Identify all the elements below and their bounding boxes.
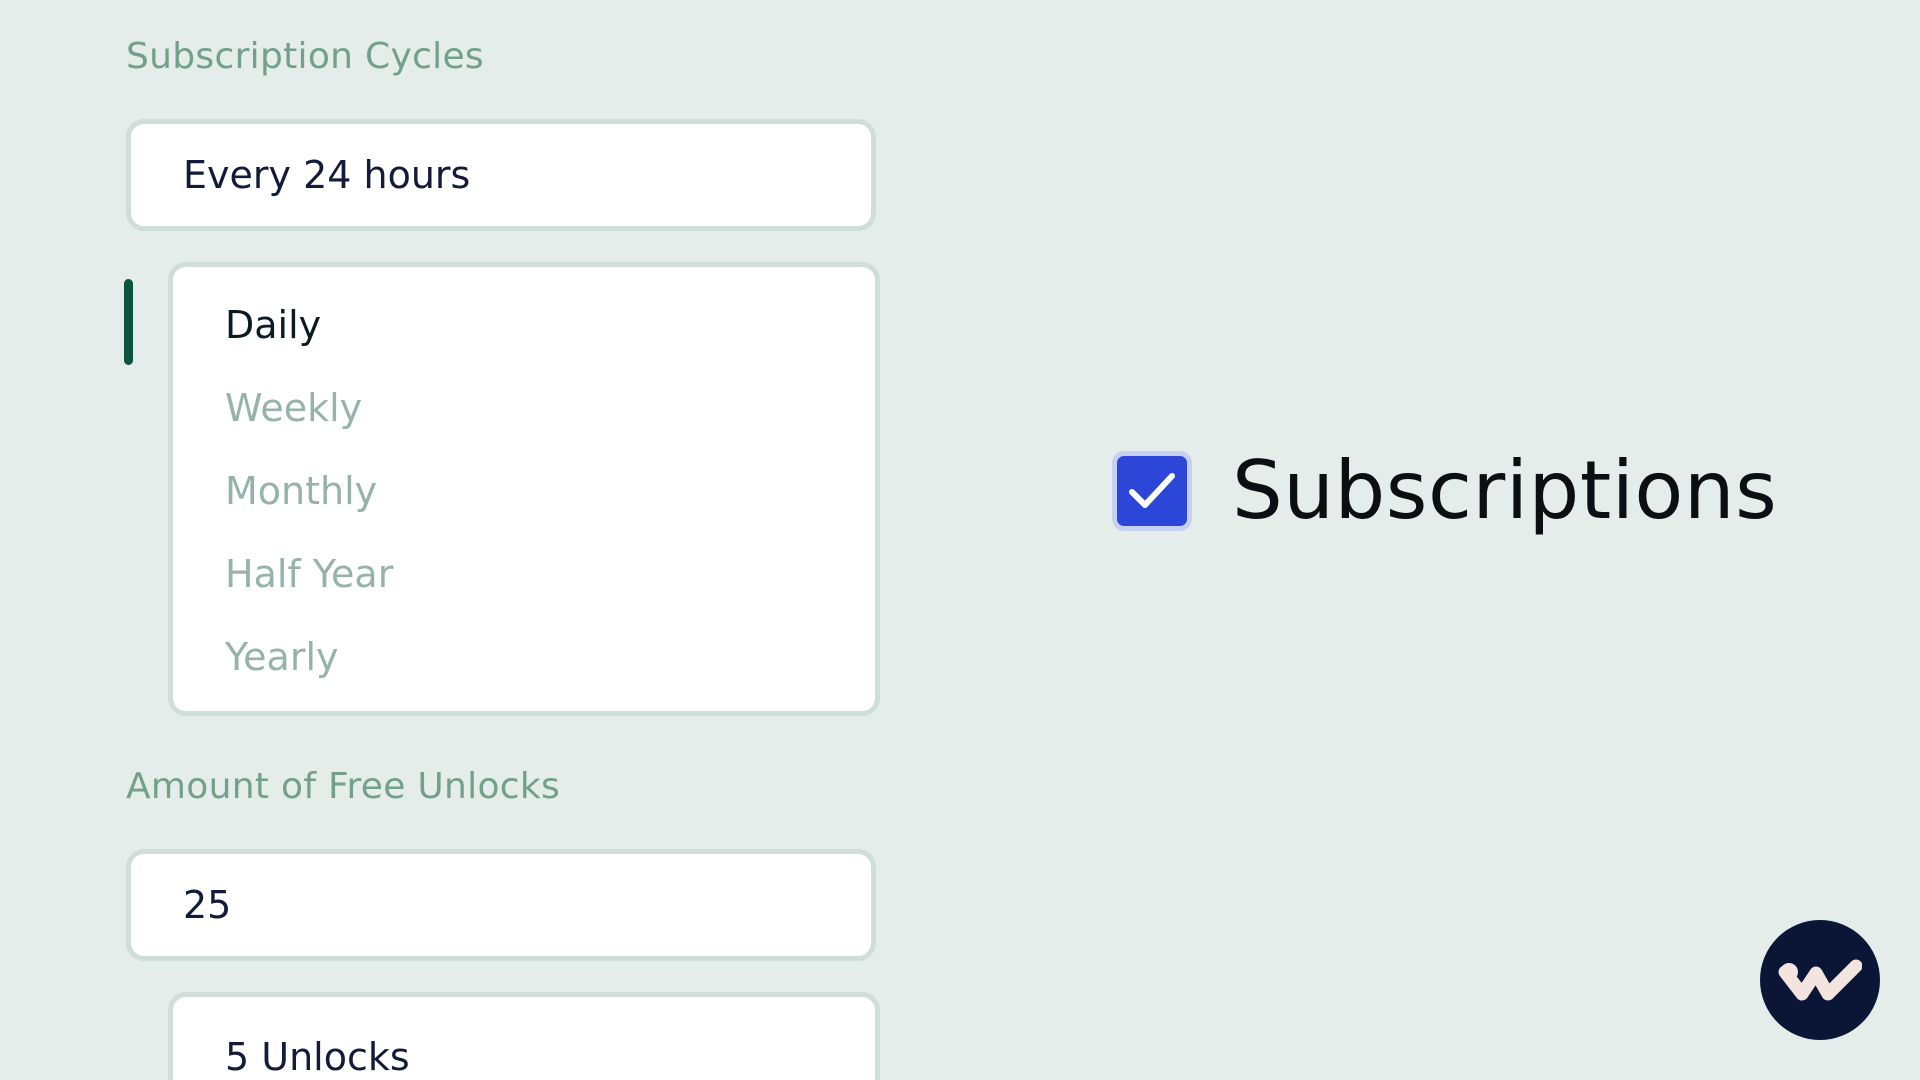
subscription-settings-screen: Subscription Cycles Every 24 hours Daily… [0, 0, 1920, 1080]
option-weekly[interactable]: Weekly [225, 386, 362, 430]
free-unlocks-option-card[interactable]: 5 Unlocks [168, 992, 880, 1080]
subscriptions-checkbox[interactable] [1112, 451, 1192, 531]
option-5-unlocks: 5 Unlocks [225, 1035, 410, 1079]
subscription-cycle-options-list: Daily Weekly Monthly Half Year Yearly [168, 262, 880, 716]
option-daily[interactable]: Daily [225, 303, 321, 347]
free-unlocks-value: 25 [183, 883, 232, 927]
checkmark-icon [1129, 473, 1175, 508]
option-yearly[interactable]: Yearly [225, 635, 339, 679]
selected-option-indicator [124, 279, 133, 365]
free-unlocks-input[interactable]: 25 [126, 849, 876, 961]
brand-logo-icon [1760, 920, 1880, 1040]
subscription-cycle-value: Every 24 hours [183, 153, 471, 197]
free-unlocks-label: Amount of Free Unlocks [126, 766, 561, 807]
option-monthly[interactable]: Monthly [225, 469, 377, 513]
subscriptions-title: Subscriptions [1232, 444, 1778, 537]
subscription-cycle-select[interactable]: Every 24 hours [126, 119, 876, 231]
option-half-year[interactable]: Half Year [225, 552, 393, 596]
subscription-cycles-label: Subscription Cycles [126, 36, 484, 77]
